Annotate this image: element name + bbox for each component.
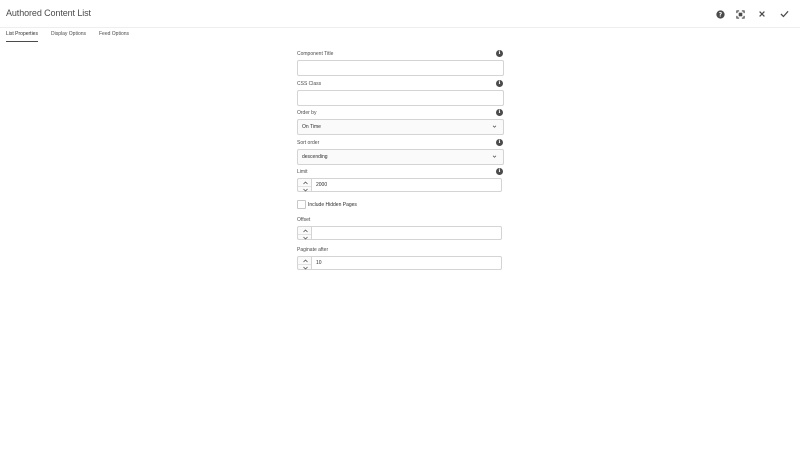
offset-number-field xyxy=(297,226,503,240)
sort-order-label: Sort order xyxy=(297,140,320,146)
offset-input[interactable] xyxy=(311,226,502,240)
info-icon[interactable]: i xyxy=(496,168,503,175)
css-class-label: CSS Class xyxy=(297,81,322,87)
offset-label: Offset xyxy=(297,217,311,223)
chevron-down-icon xyxy=(492,125,497,128)
component-title-input[interactable] xyxy=(297,60,504,76)
chevron-down-icon xyxy=(302,266,308,270)
chevron-down-icon xyxy=(492,155,497,158)
chevron-up-icon xyxy=(302,180,308,184)
info-icon[interactable]: i xyxy=(496,80,503,87)
tab-display-options[interactable]: Display Options xyxy=(51,31,86,37)
limit-stepper xyxy=(297,178,312,193)
order-by-select[interactable]: On Time xyxy=(297,119,504,135)
paginate-after-label: Paginate after xyxy=(297,247,329,253)
paginate-after-value: 10 xyxy=(316,260,322,266)
limit-input[interactable]: 2000 xyxy=(311,178,502,192)
checkmark-icon[interactable] xyxy=(779,9,789,19)
tab-feed-options[interactable]: Feed Options xyxy=(99,31,129,37)
sort-order-value: descending xyxy=(302,154,328,160)
sort-order-select[interactable]: descending xyxy=(297,149,504,165)
limit-label: Limit xyxy=(297,169,308,175)
offset-stepper xyxy=(297,226,312,241)
css-class-input[interactable] xyxy=(297,90,504,106)
help-icon[interactable]: ? xyxy=(715,9,725,19)
checkbox-box[interactable] xyxy=(297,200,306,209)
info-icon[interactable]: i xyxy=(496,109,503,116)
paginate-after-number-field: 10 xyxy=(297,256,503,270)
paginate-after-stepper xyxy=(297,256,312,271)
chevron-up-icon xyxy=(302,258,308,262)
fullscreen-icon[interactable] xyxy=(735,9,745,19)
limit-number-field: 2000 xyxy=(297,178,503,192)
decrement-button[interactable] xyxy=(298,186,312,193)
paginate-after-input[interactable]: 10 xyxy=(311,256,502,270)
tab-bar: List Properties Display Options Feed Opt… xyxy=(0,28,800,44)
info-icon[interactable]: i xyxy=(496,139,503,146)
chevron-up-icon xyxy=(302,228,308,232)
close-icon[interactable] xyxy=(757,9,767,19)
order-by-label: Order by xyxy=(297,110,317,116)
dialog-header: Authored Content List ? xyxy=(0,0,800,28)
chevron-down-icon xyxy=(302,236,308,240)
chevron-down-icon xyxy=(302,188,308,192)
order-by-value: On Time xyxy=(302,124,321,130)
decrement-button[interactable] xyxy=(298,234,312,241)
decrement-button[interactable] xyxy=(298,264,312,271)
dialog-title: Authored Content List xyxy=(6,8,91,18)
component-title-label: Component Title xyxy=(297,51,334,57)
include-hidden-pages-label: Include Hidden Pages xyxy=(308,202,357,208)
limit-value: 2000 xyxy=(316,182,328,188)
info-icon[interactable]: i xyxy=(496,50,503,57)
tab-list-properties[interactable]: List Properties xyxy=(6,31,38,37)
active-tab-indicator xyxy=(6,41,38,42)
